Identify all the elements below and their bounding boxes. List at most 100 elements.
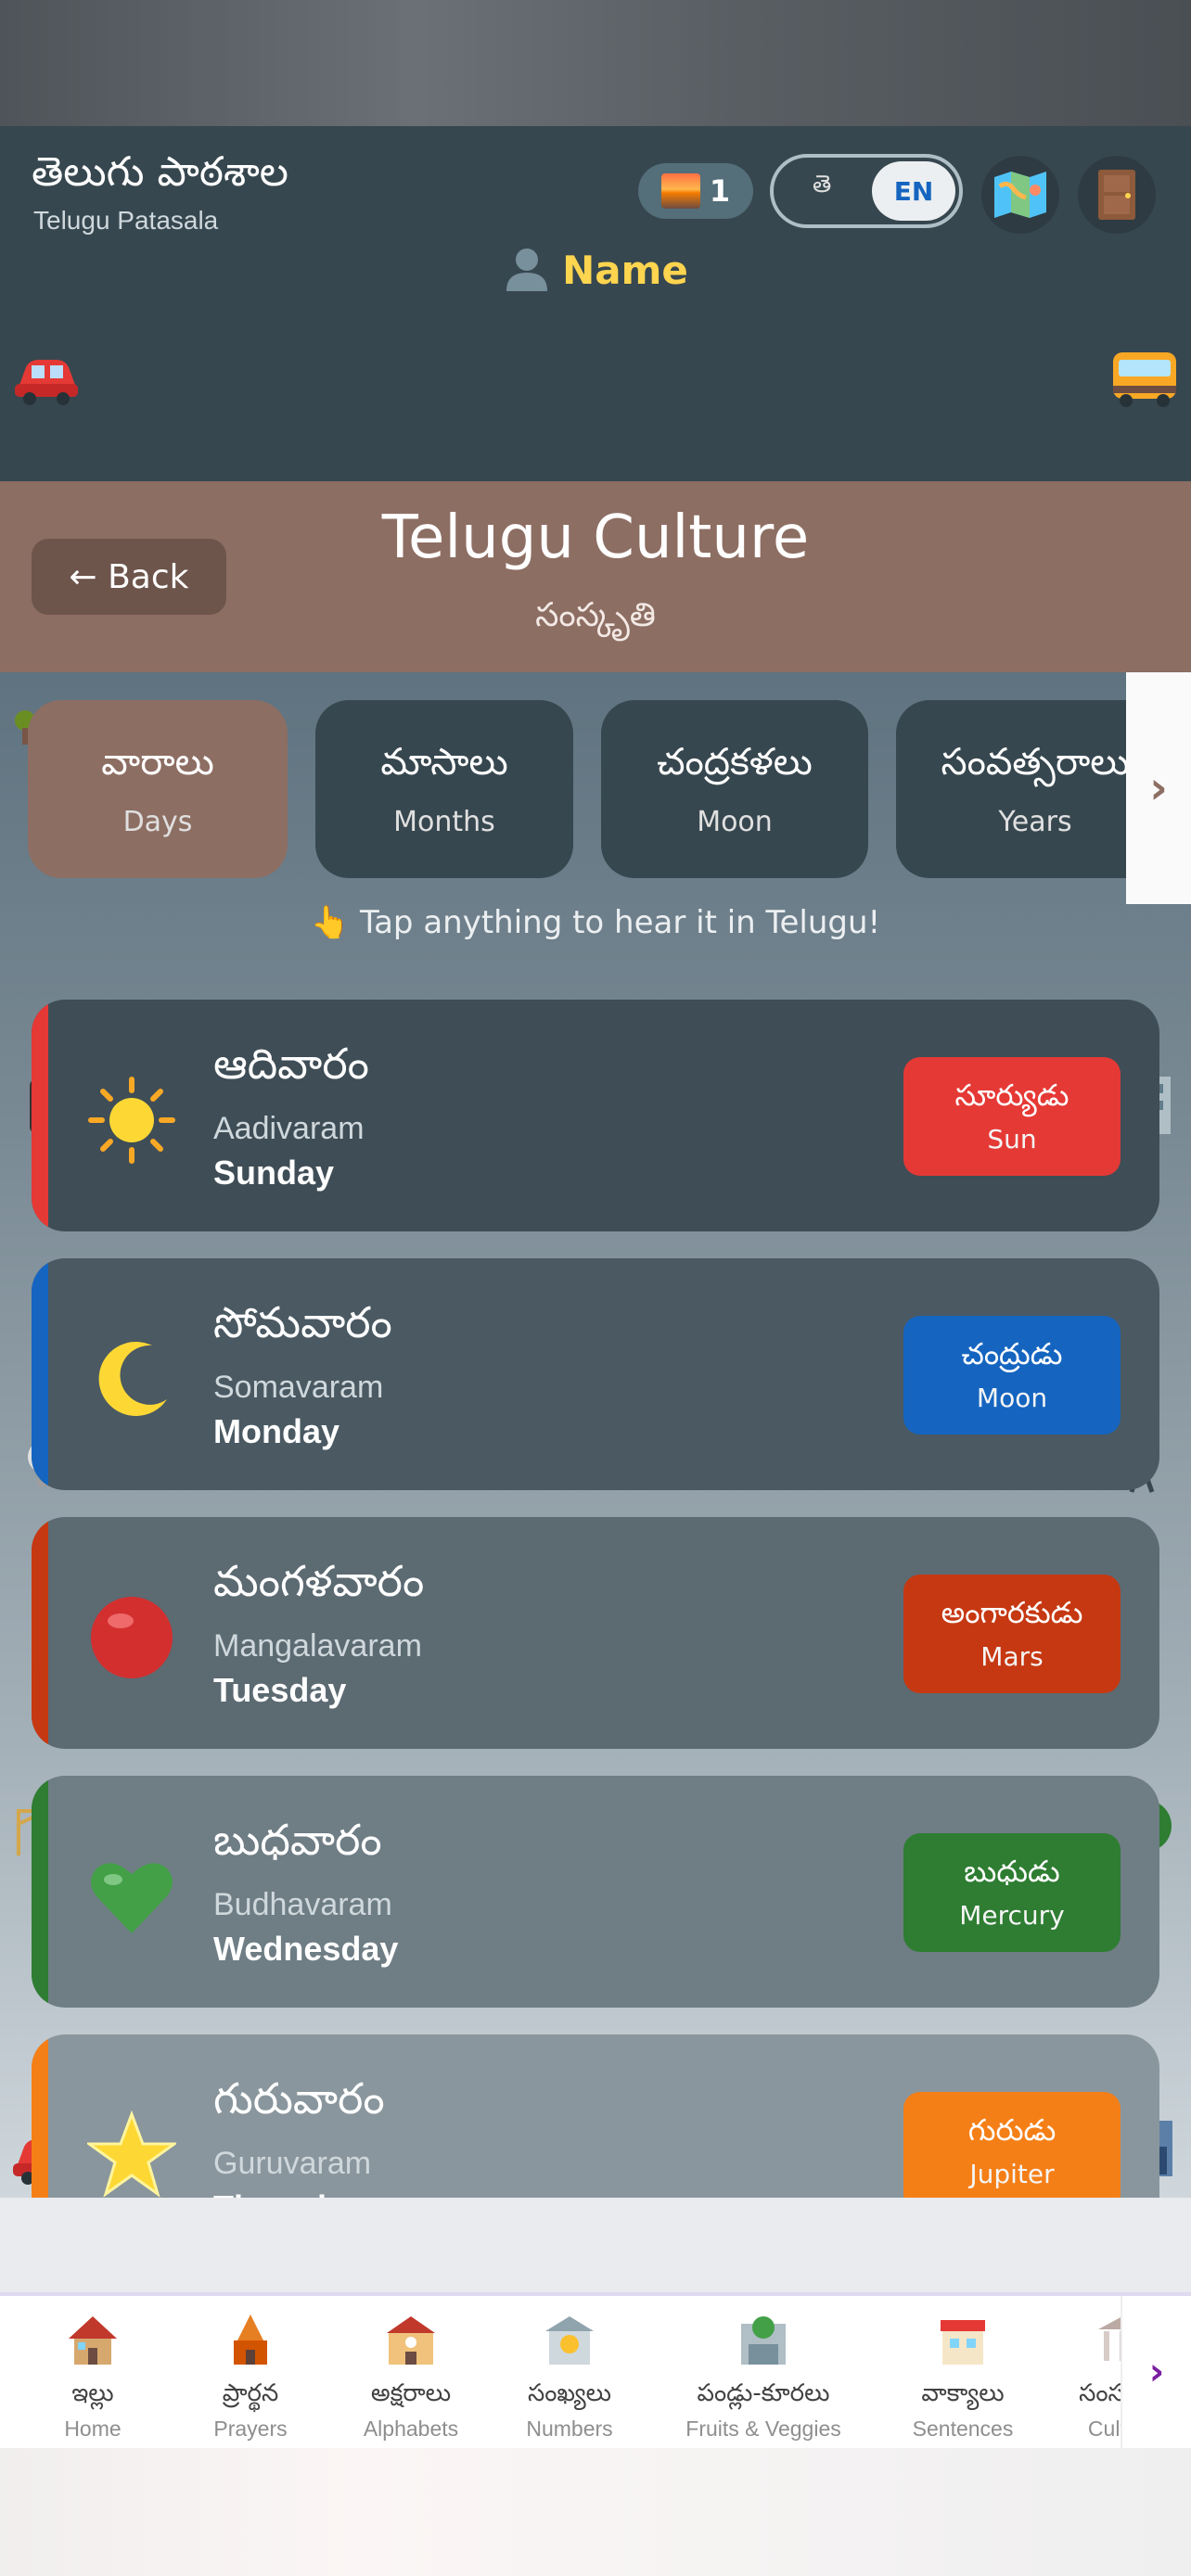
card-stripe [32,2034,48,2198]
planet-name-en: Mars [980,1641,1044,1672]
day-name-translit: Somavaram [213,1370,384,1405]
day-name-en: Thursday [213,2188,364,2198]
day-name-translit: Mangalavaram [213,1628,422,1664]
nav-item-alphabets[interactable]: అక్షరాలు Alphabets [352,2313,469,2442]
section-header: ← Back Telugu Culture సంస్కృతి [0,481,1191,672]
door-icon [1098,170,1135,220]
user-name[interactable]: Name [0,245,1191,293]
planet-badge-moon[interactable]: చంద్రుడు Moon [903,1316,1121,1435]
day-card-monday[interactable]: సోమవారం Somavaram Monday చంద్రుడు Moon [32,1258,1159,1490]
planet-name-te: బుధుడు [964,1854,1060,1889]
planet-badge-jupiter[interactable]: గురుడు Jupiter [903,2092,1121,2198]
planet-name-te: అంగారకుడు [941,1595,1083,1630]
app-header: తెలుగు పాఠశాల Telugu Patasala 1 తె EN Na… [0,126,1191,481]
planet-name-en: Sun [987,1124,1037,1154]
lang-option-telugu[interactable]: తె [813,171,831,204]
planet-badge-mars[interactable]: అంగారకుడు Mars [903,1575,1121,1693]
nav-item-numbers[interactable]: సంఖ్యలు Numbers [514,2313,625,2442]
logout-button[interactable] [1078,156,1156,234]
day-card-sunday[interactable]: ఆదివారం Aadivaram Sunday సూర్యుడు Sun [32,1000,1159,1231]
tab-days[interactable]: వారాలు Days [28,700,288,878]
nav-label-en: Prayers [213,2417,288,2441]
chevron-right-icon: › [1149,762,1168,814]
person-icon [506,249,548,291]
day-name-te: ఆదివారం [213,1039,369,1089]
day-name-en: Monday [213,1412,340,1450]
planet-badge-sun[interactable]: సూర్యుడు Sun [903,1057,1121,1176]
card-stripe [32,1517,48,1749]
streak-badge[interactable]: 1 [638,163,753,219]
streak-count: 1 [709,173,731,209]
day-name-translit: Budhavaram [213,1887,392,1922]
tab-moon-label-te: చంద్రకళలు [657,741,813,784]
day-card-tuesday[interactable]: మంగళవారం Mangalavaram Tuesday అంగారకుడు … [32,1517,1159,1749]
nav-label-en: Sentences [912,2417,1014,2441]
page-subtitle: సంస్కృతి [535,596,656,634]
planet-name-te: గురుడు [967,2112,1057,2148]
tab-days-label-en: Days [122,806,193,838]
chevron-right-icon: › [1148,2351,1165,2393]
nav-item-prayers[interactable]: ప్రార్థన Prayers [198,2313,302,2442]
nav-item-sentences[interactable]: వాక్యాలు Sentences [900,2313,1026,2442]
planet-name-en: Mercury [959,1900,1065,1931]
nav-item-home[interactable]: ఇల్లు Home [45,2313,141,2442]
sun-icon [88,1077,175,1164]
language-toggle[interactable]: తె EN [770,154,963,228]
nav-label-te: అక్షరాలు [370,2379,452,2407]
day-name-en: Sunday [213,1154,335,1192]
nav-label-en: Numbers [526,2417,613,2441]
nav-label-te: ఇల్లు [71,2379,114,2407]
red-circle-icon [91,1597,173,1678]
page-title: Telugu Culture [381,504,810,572]
crescent-moon-icon [98,1342,167,1417]
nav-label-en: Home [64,2417,122,2441]
planet-name-te: చంద్రుడు [961,1336,1063,1371]
planet-name-te: సూర్యుడు [954,1078,1069,1113]
store-icon [741,2316,786,2365]
card-stripe [32,1776,48,2008]
nav-label-te: ప్రార్థన [222,2379,279,2407]
nav-label-en: Fruits & Veggies [685,2417,841,2441]
nav-label-te: పండ్లు-కూరలు [697,2379,830,2407]
day-name-te: సోమవారం [213,1297,392,1347]
day-name-en: Wednesday [213,1930,399,1968]
nav-label-te: వాక్యాలు [921,2379,1005,2407]
temple-icon [234,2315,267,2365]
school-icon [387,2316,435,2365]
bus-icon [1113,352,1176,407]
bottom-navigation: ఇల్లు Home ప్రార్థన Prayers అక్షరాలు Alp… [0,2292,1191,2448]
day-name-te: గురువారం [213,2073,385,2123]
planet-name-en: Moon [976,1383,1048,1413]
day-name-en: Tuesday [213,1671,347,1709]
day-name-translit: Aadivaram [213,1111,365,1146]
tab-days-label-te: వారాలు [101,741,214,784]
content-area[interactable]: వారాలు Days మాసాలు Months చంద్రకళలు Moon… [0,672,1191,2198]
nav-item-fruits-veggies[interactable]: పండ్లు-కూరలు Fruits & Veggies [668,2313,859,2442]
tab-moon[interactable]: చంద్రకళలు Moon [601,700,868,878]
day-card-thursday[interactable]: గురువారం Guruvaram Thursday గురుడు Jupit… [32,2034,1159,2198]
map-button[interactable] [981,156,1059,234]
user-name-text: Name [562,248,688,293]
app-subtitle: Telugu Patasala [33,206,219,235]
house-icon [69,2316,117,2365]
card-stripe [32,1258,48,1490]
lang-option-english[interactable]: EN [872,161,955,221]
tab-months-label-en: Months [393,806,495,838]
map-icon [994,172,1046,218]
day-name-te: మంగళవారం [213,1556,425,1606]
sunrise-icon [660,173,700,209]
tab-moon-label-en: Moon [697,806,773,838]
tabs-scroll-right-button[interactable]: › [1126,672,1191,904]
status-bar-area [0,0,1191,126]
post-office-icon [941,2320,985,2365]
app-title: తెలుగు పాఠశాల [32,148,288,196]
planet-badge-mercury[interactable]: బుధుడు Mercury [903,1833,1121,1952]
tab-months-label-te: మాసాలు [380,741,508,784]
planet-name-en: Jupiter [969,2159,1055,2189]
nav-scroll-right-button[interactable]: › [1121,2296,1191,2448]
nav-label-en: Alphabets [363,2417,459,2441]
home-indicator-area [0,2448,1191,2576]
tab-months[interactable]: మాసాలు Months [315,700,573,878]
day-card-wednesday[interactable]: బుధవారం Budhavaram Wednesday బుధుడు Merc… [32,1776,1159,2008]
hint-text: 👆 Tap anything to hear it in Telugu! [310,904,881,941]
